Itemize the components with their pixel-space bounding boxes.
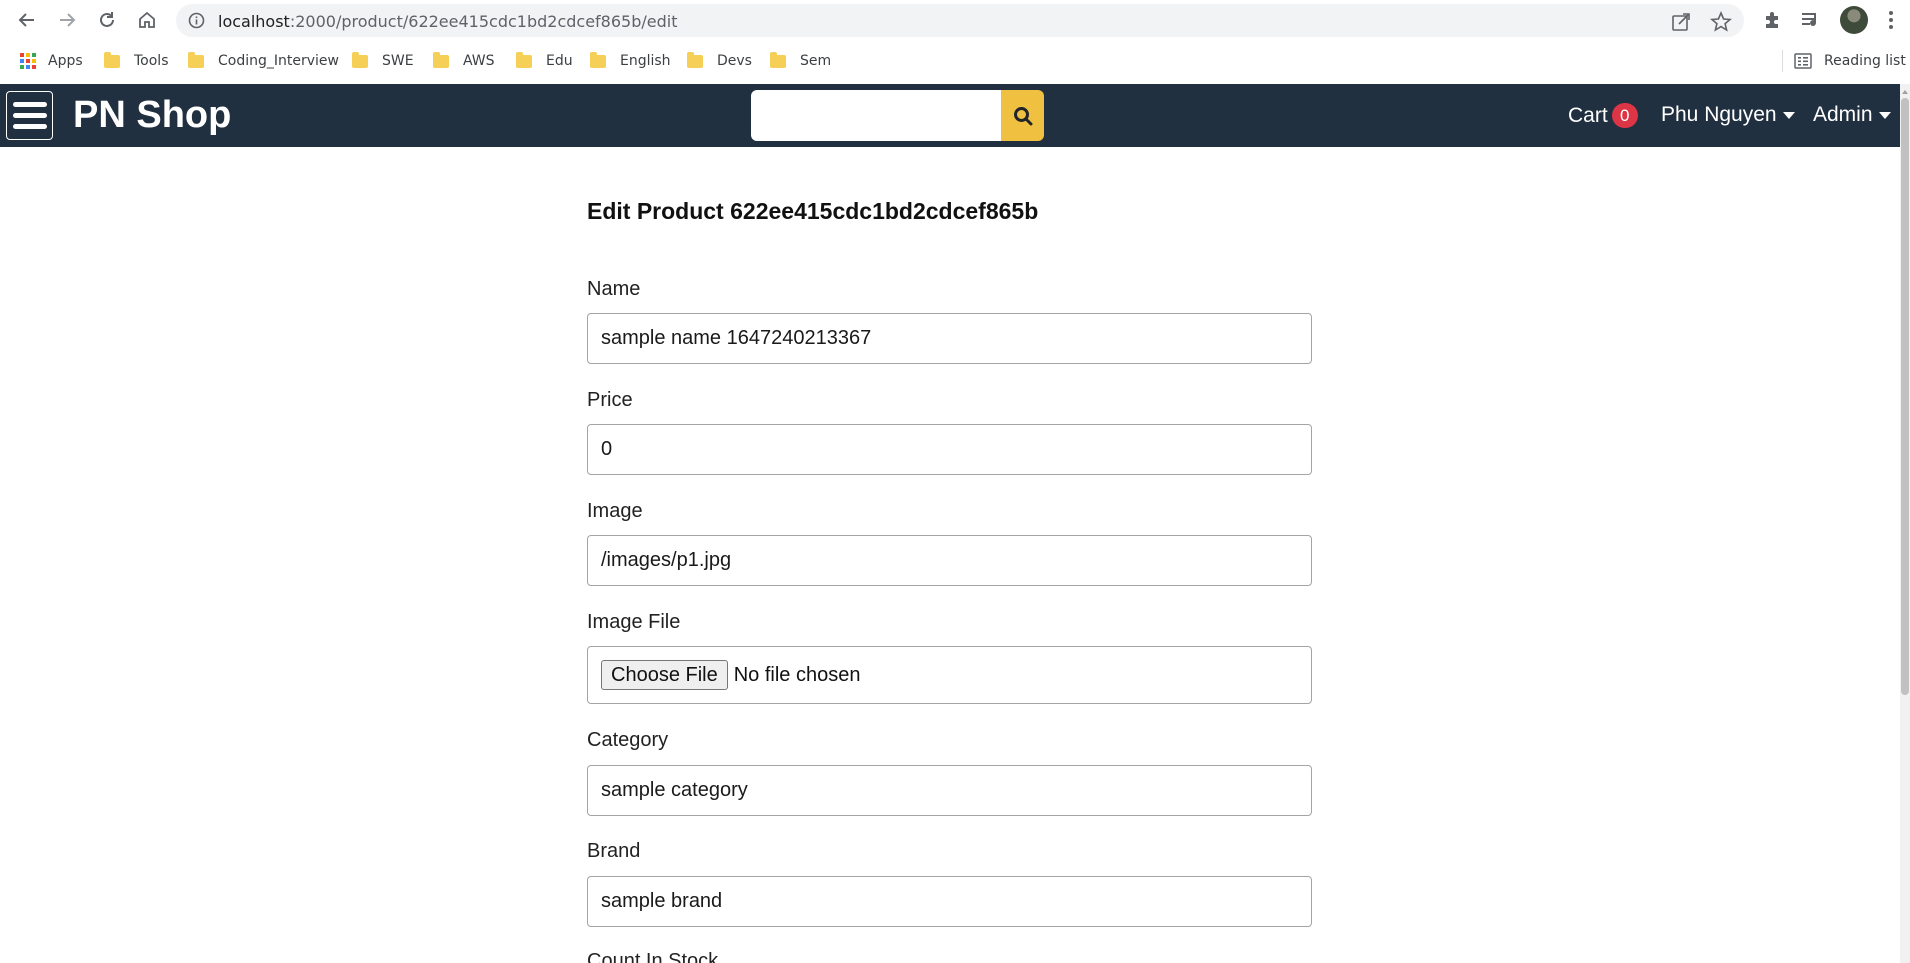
image-label: Image xyxy=(587,500,643,522)
category-label: Category xyxy=(587,729,669,751)
cart-link[interactable]: Cart 0 xyxy=(1568,103,1638,128)
file-status-text: No file chosen xyxy=(733,663,861,686)
caret-down-icon xyxy=(1782,111,1795,119)
bookmark-label: Coding_Interview xyxy=(218,53,339,69)
user-menu-dropdown[interactable]: Phu Nguyen xyxy=(1661,103,1795,127)
browser-toolbar: localhost:2000/product/622ee415cdc1bd2cd… xyxy=(0,0,1910,40)
url-host: localhost xyxy=(218,12,290,31)
address-bar[interactable]: localhost:2000/product/622ee415cdc1bd2cd… xyxy=(176,4,1744,37)
bookmark-folder-coding-interview[interactable]: Coding_Interview xyxy=(188,50,339,72)
count-in-stock-label: Count In Stock xyxy=(587,950,719,963)
bookmark-folder-edu[interactable]: Edu xyxy=(516,50,573,72)
hamburger-bar xyxy=(12,113,47,118)
folder-icon xyxy=(188,51,204,68)
bookmark-label: Tools xyxy=(134,53,169,69)
site-info-icon[interactable] xyxy=(188,12,205,29)
reading-list-button[interactable]: Reading list xyxy=(1794,50,1906,72)
hamburger-bar xyxy=(12,124,47,129)
price-label: Price xyxy=(587,389,633,411)
extensions-puzzle-icon[interactable] xyxy=(1762,9,1784,31)
bookmark-folder-swe[interactable]: SWE xyxy=(352,50,414,72)
choose-file-button[interactable]: Choose File xyxy=(601,660,728,690)
sidebar-toggle-button[interactable] xyxy=(6,91,53,140)
category-input[interactable] xyxy=(587,765,1312,816)
bookmark-folder-aws[interactable]: AWS xyxy=(433,50,495,72)
bookmark-folder-sem[interactable]: Sem xyxy=(770,50,831,72)
folder-icon xyxy=(516,51,532,68)
url-path: :2000/product/622ee415cdc1bd2cdcef865b/e… xyxy=(289,12,678,31)
scrollbar-thumb[interactable] xyxy=(1901,98,1909,695)
bookmark-folder-english[interactable]: English xyxy=(590,50,671,72)
bookmark-folder-devs[interactable]: Devs xyxy=(687,50,752,72)
folder-icon xyxy=(352,51,368,68)
page-title: Edit Product 622ee415cdc1bd2cdcef865b xyxy=(587,198,1039,224)
hamburger-bar xyxy=(12,102,47,107)
bookmark-label: English xyxy=(620,53,671,69)
folder-icon xyxy=(433,51,449,68)
image-input[interactable] xyxy=(587,535,1312,586)
folder-icon xyxy=(687,51,703,68)
reading-list-label: Reading list xyxy=(1824,53,1906,69)
app-navbar: PN Shop Cart 0 Phu Nguyen Admin xyxy=(0,84,1900,147)
caret-down-icon xyxy=(1878,111,1891,119)
cart-count-badge: 0 xyxy=(1611,103,1638,128)
bookmarks-bar: Apps Tools Coding_Interview SWE AWS Edu … xyxy=(0,40,1910,80)
back-icon[interactable] xyxy=(14,7,40,33)
bookmark-label: Sem xyxy=(800,53,832,69)
user-name-label: Phu Nguyen xyxy=(1661,103,1777,126)
reading-list-icon xyxy=(1794,53,1812,69)
share-icon[interactable] xyxy=(1670,11,1692,33)
admin-menu-dropdown[interactable]: Admin xyxy=(1813,103,1891,127)
forward-icon[interactable] xyxy=(54,7,80,33)
cart-label: Cart xyxy=(1568,103,1608,127)
bookmark-folder-tools[interactable]: Tools xyxy=(104,50,169,72)
bookmarks-divider xyxy=(1782,50,1783,72)
brand-logo-link[interactable]: PN Shop xyxy=(73,94,231,137)
bookmark-label: Devs xyxy=(717,53,752,69)
bookmark-star-icon[interactable] xyxy=(1710,11,1732,33)
url-text[interactable]: localhost:2000/product/622ee415cdc1bd2cd… xyxy=(218,12,677,31)
bookmark-label: Edu xyxy=(546,53,573,69)
image-file-input[interactable]: Choose File No file chosen xyxy=(587,646,1312,704)
apps-grid-icon xyxy=(20,53,36,69)
media-controls-icon[interactable] xyxy=(1800,9,1822,31)
brand-label: Brand xyxy=(587,840,641,862)
browser-menu-icon[interactable] xyxy=(1888,10,1894,30)
search-icon xyxy=(1013,106,1032,125)
search-input[interactable] xyxy=(751,90,1001,141)
brand-input[interactable] xyxy=(587,876,1312,927)
folder-icon xyxy=(770,51,786,68)
bookmark-apps[interactable]: Apps xyxy=(20,50,83,72)
bookmark-label: AWS xyxy=(463,53,495,69)
profile-avatar[interactable] xyxy=(1840,6,1868,34)
home-icon[interactable] xyxy=(134,7,160,33)
bookmark-label: SWE xyxy=(382,53,414,69)
folder-icon xyxy=(104,51,120,68)
search-button[interactable] xyxy=(1001,90,1044,141)
price-input[interactable] xyxy=(587,424,1312,475)
folder-icon xyxy=(590,51,606,68)
reload-icon[interactable] xyxy=(94,7,120,33)
scroll-up-arrow-icon[interactable] xyxy=(1902,90,1908,94)
bookmark-label: Apps xyxy=(48,53,83,69)
name-label: Name xyxy=(587,278,641,300)
name-input[interactable] xyxy=(587,313,1312,364)
image-file-label: Image File xyxy=(587,611,681,633)
admin-label: Admin xyxy=(1813,103,1873,126)
